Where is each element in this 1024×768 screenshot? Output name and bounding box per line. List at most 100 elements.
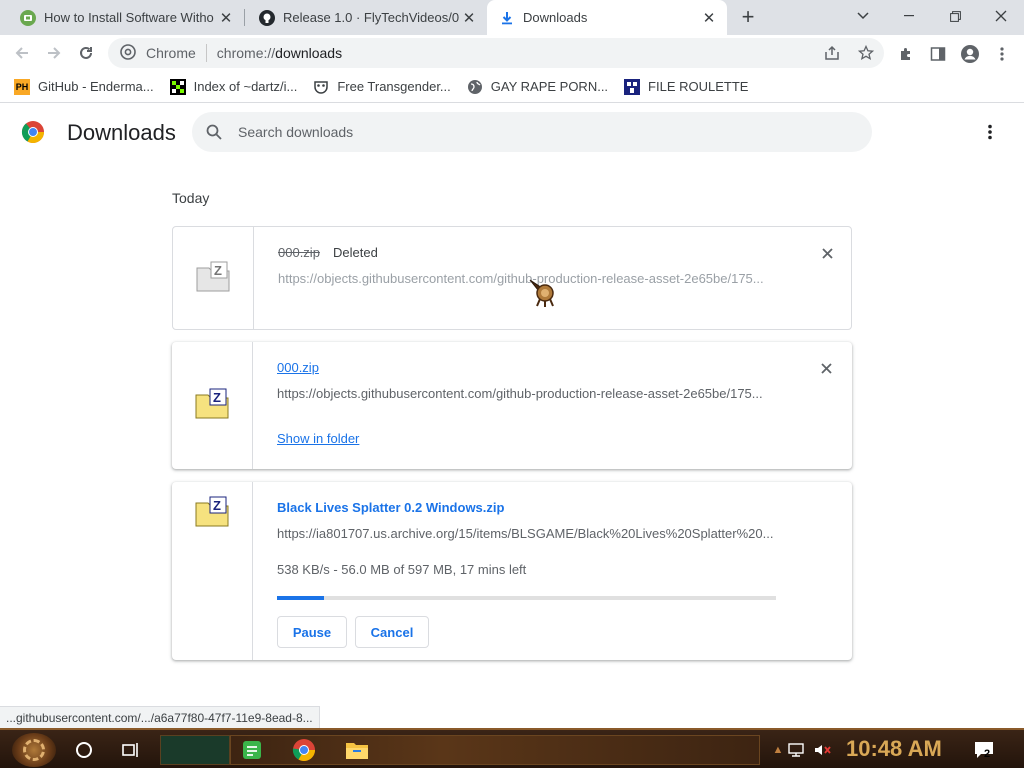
zip-file-icon: Z bbox=[194, 388, 230, 420]
download-icon bbox=[499, 10, 515, 26]
svg-text:Z: Z bbox=[214, 263, 222, 278]
svg-text:Z: Z bbox=[213, 390, 221, 405]
close-tab-icon[interactable]: ✕ bbox=[699, 8, 719, 28]
share-icon[interactable] bbox=[822, 43, 842, 63]
forward-button[interactable] bbox=[40, 39, 68, 67]
bookmark-label: FILE ROULETTE bbox=[648, 79, 749, 94]
search-icon bbox=[204, 122, 224, 142]
downloads-more-actions-icon[interactable] bbox=[978, 120, 1002, 144]
progress-fill bbox=[277, 596, 324, 600]
tab-title: How to Install Software Witho bbox=[44, 10, 214, 25]
download-status: Deleted bbox=[333, 245, 378, 260]
ph-icon: PH bbox=[14, 78, 30, 95]
url-text: chrome://downloads bbox=[216, 45, 343, 61]
file-icon-column: Z bbox=[172, 342, 253, 469]
volume-muted-icon[interactable] bbox=[812, 740, 832, 760]
file-url: https://ia801707.us.archive.org/15/items… bbox=[277, 526, 774, 541]
tab-title: Downloads bbox=[523, 10, 588, 25]
search-placeholder: Search downloads bbox=[238, 124, 354, 140]
globe-icon bbox=[467, 79, 483, 95]
bookmarks-bar: PH GitHub - Enderma... Index of ~dartz/i… bbox=[0, 71, 1024, 103]
site-info-chip[interactable]: Chrome bbox=[108, 43, 207, 63]
pixel-icon bbox=[169, 78, 186, 95]
steampunk-gear-icon bbox=[23, 739, 45, 761]
zip-file-icon: Z bbox=[195, 261, 231, 293]
file-url: https://objects.githubusercontent.com/gi… bbox=[277, 386, 763, 401]
taskbar: ▲ 10:48 AM 2 bbox=[0, 728, 1024, 768]
bookmark-globe-site[interactable]: GAY RAPE PORN... bbox=[459, 73, 616, 101]
start-button[interactable] bbox=[12, 733, 56, 767]
busy-cursor-icon bbox=[528, 278, 560, 315]
tab-search-icon[interactable] bbox=[840, 0, 886, 32]
bookmark-label: Free Transgender... bbox=[337, 79, 451, 94]
download-item: Z 000.zip Deleted https://objects.github… bbox=[172, 226, 852, 330]
download-progress-bar bbox=[277, 596, 776, 600]
file-icon-column: Z bbox=[172, 482, 253, 660]
chrome-menu-icon[interactable] bbox=[990, 42, 1014, 66]
extensions-puzzle-icon[interactable] bbox=[894, 42, 918, 66]
mask-icon bbox=[313, 79, 329, 95]
download-item: Z 000.zip https://objects.githubusercont… bbox=[172, 342, 852, 469]
bookmark-star-icon[interactable] bbox=[856, 43, 876, 63]
file-name-link[interactable]: 000.zip bbox=[277, 360, 319, 375]
task-view-icon[interactable] bbox=[115, 734, 147, 766]
bookmark-index-dartz[interactable]: Index of ~dartz/i... bbox=[162, 73, 306, 101]
file-icon-column: Z bbox=[173, 227, 254, 329]
tray-chevron-icon[interactable]: ▲ bbox=[768, 740, 788, 760]
network-icon[interactable] bbox=[786, 740, 806, 760]
notification-center-icon[interactable]: 2 bbox=[972, 738, 996, 762]
back-button[interactable] bbox=[8, 39, 36, 67]
cancel-button[interactable]: Cancel bbox=[355, 616, 429, 648]
chrome-icon bbox=[120, 43, 136, 63]
remove-from-list-icon[interactable] bbox=[817, 243, 837, 263]
toolbar: Chrome chrome://downloads bbox=[0, 35, 1024, 71]
close-tab-icon[interactable]: ✕ bbox=[216, 8, 236, 28]
file-name: Black Lives Splatter 0.2 Windows.zip bbox=[277, 500, 505, 515]
chip-label: Chrome bbox=[146, 45, 196, 61]
tab-strip: How to Install Software Witho ✕ Release … bbox=[0, 0, 1024, 35]
file-name: 000.zip bbox=[278, 245, 320, 260]
puzzle-app-icon bbox=[20, 9, 36, 26]
file-roulette-icon bbox=[624, 78, 641, 95]
date-section-label: Today bbox=[172, 190, 210, 206]
bookmark-label: Index of ~dartz/i... bbox=[193, 79, 298, 94]
zip-file-icon: Z bbox=[194, 496, 230, 528]
reload-button[interactable] bbox=[72, 39, 100, 67]
close-tab-icon[interactable]: ✕ bbox=[459, 8, 479, 28]
bookmark-label: GAY RAPE PORN... bbox=[490, 79, 609, 94]
cortana-icon[interactable] bbox=[68, 734, 100, 766]
bookmark-file-roulette[interactable]: FILE ROULETTE bbox=[616, 73, 756, 101]
bookmark-label: GitHub - Enderma... bbox=[38, 79, 154, 94]
chrome-taskbar-icon[interactable] bbox=[288, 734, 320, 766]
chrome-logo-icon bbox=[21, 120, 45, 144]
search-downloads-field[interactable]: Search downloads bbox=[192, 112, 872, 152]
show-in-folder-link[interactable]: Show in folder bbox=[277, 431, 359, 446]
download-progress-text: 538 KB/s - 56.0 MB of 597 MB, 17 mins le… bbox=[277, 562, 527, 577]
taskbar-clock[interactable]: 10:48 AM bbox=[846, 736, 942, 762]
page-title: Downloads bbox=[67, 120, 176, 145]
notification-count: 2 bbox=[984, 748, 991, 760]
minimize-button[interactable] bbox=[886, 0, 932, 32]
pause-button[interactable]: Pause bbox=[277, 616, 347, 648]
profile-avatar-icon[interactable] bbox=[958, 42, 982, 66]
download-item: Z Black Lives Splatter 0.2 Windows.zip h… bbox=[172, 482, 852, 660]
notepad-app-icon[interactable] bbox=[236, 734, 268, 766]
downloads-header: Downloads Search downloads bbox=[0, 104, 1024, 160]
bookmark-free-transgender[interactable]: Free Transgender... bbox=[305, 73, 458, 101]
tab-title: Release 1.0 · FlyTechVideos/00 bbox=[283, 10, 459, 25]
side-panel-icon[interactable] bbox=[926, 42, 950, 66]
taskbar-search-box[interactable] bbox=[160, 735, 230, 765]
close-window-button[interactable] bbox=[978, 0, 1024, 32]
tab-install-software[interactable]: How to Install Software Witho ✕ bbox=[0, 0, 244, 35]
address-bar[interactable]: Chrome chrome://downloads bbox=[108, 38, 884, 68]
svg-text:Z: Z bbox=[213, 498, 221, 513]
tab-downloads[interactable]: Downloads ✕ bbox=[487, 0, 727, 35]
file-explorer-icon[interactable] bbox=[341, 734, 373, 766]
link-status-bubble: ...githubusercontent.com/.../a6a77f80-47… bbox=[0, 706, 320, 728]
tab-release[interactable]: Release 1.0 · FlyTechVideos/00 ✕ bbox=[245, 0, 487, 35]
new-tab-button[interactable]: + bbox=[736, 6, 760, 30]
restore-button[interactable] bbox=[932, 0, 978, 32]
remove-from-list-icon[interactable] bbox=[816, 358, 836, 378]
github-icon bbox=[259, 9, 275, 26]
bookmark-github[interactable]: PH GitHub - Enderma... bbox=[0, 73, 162, 101]
